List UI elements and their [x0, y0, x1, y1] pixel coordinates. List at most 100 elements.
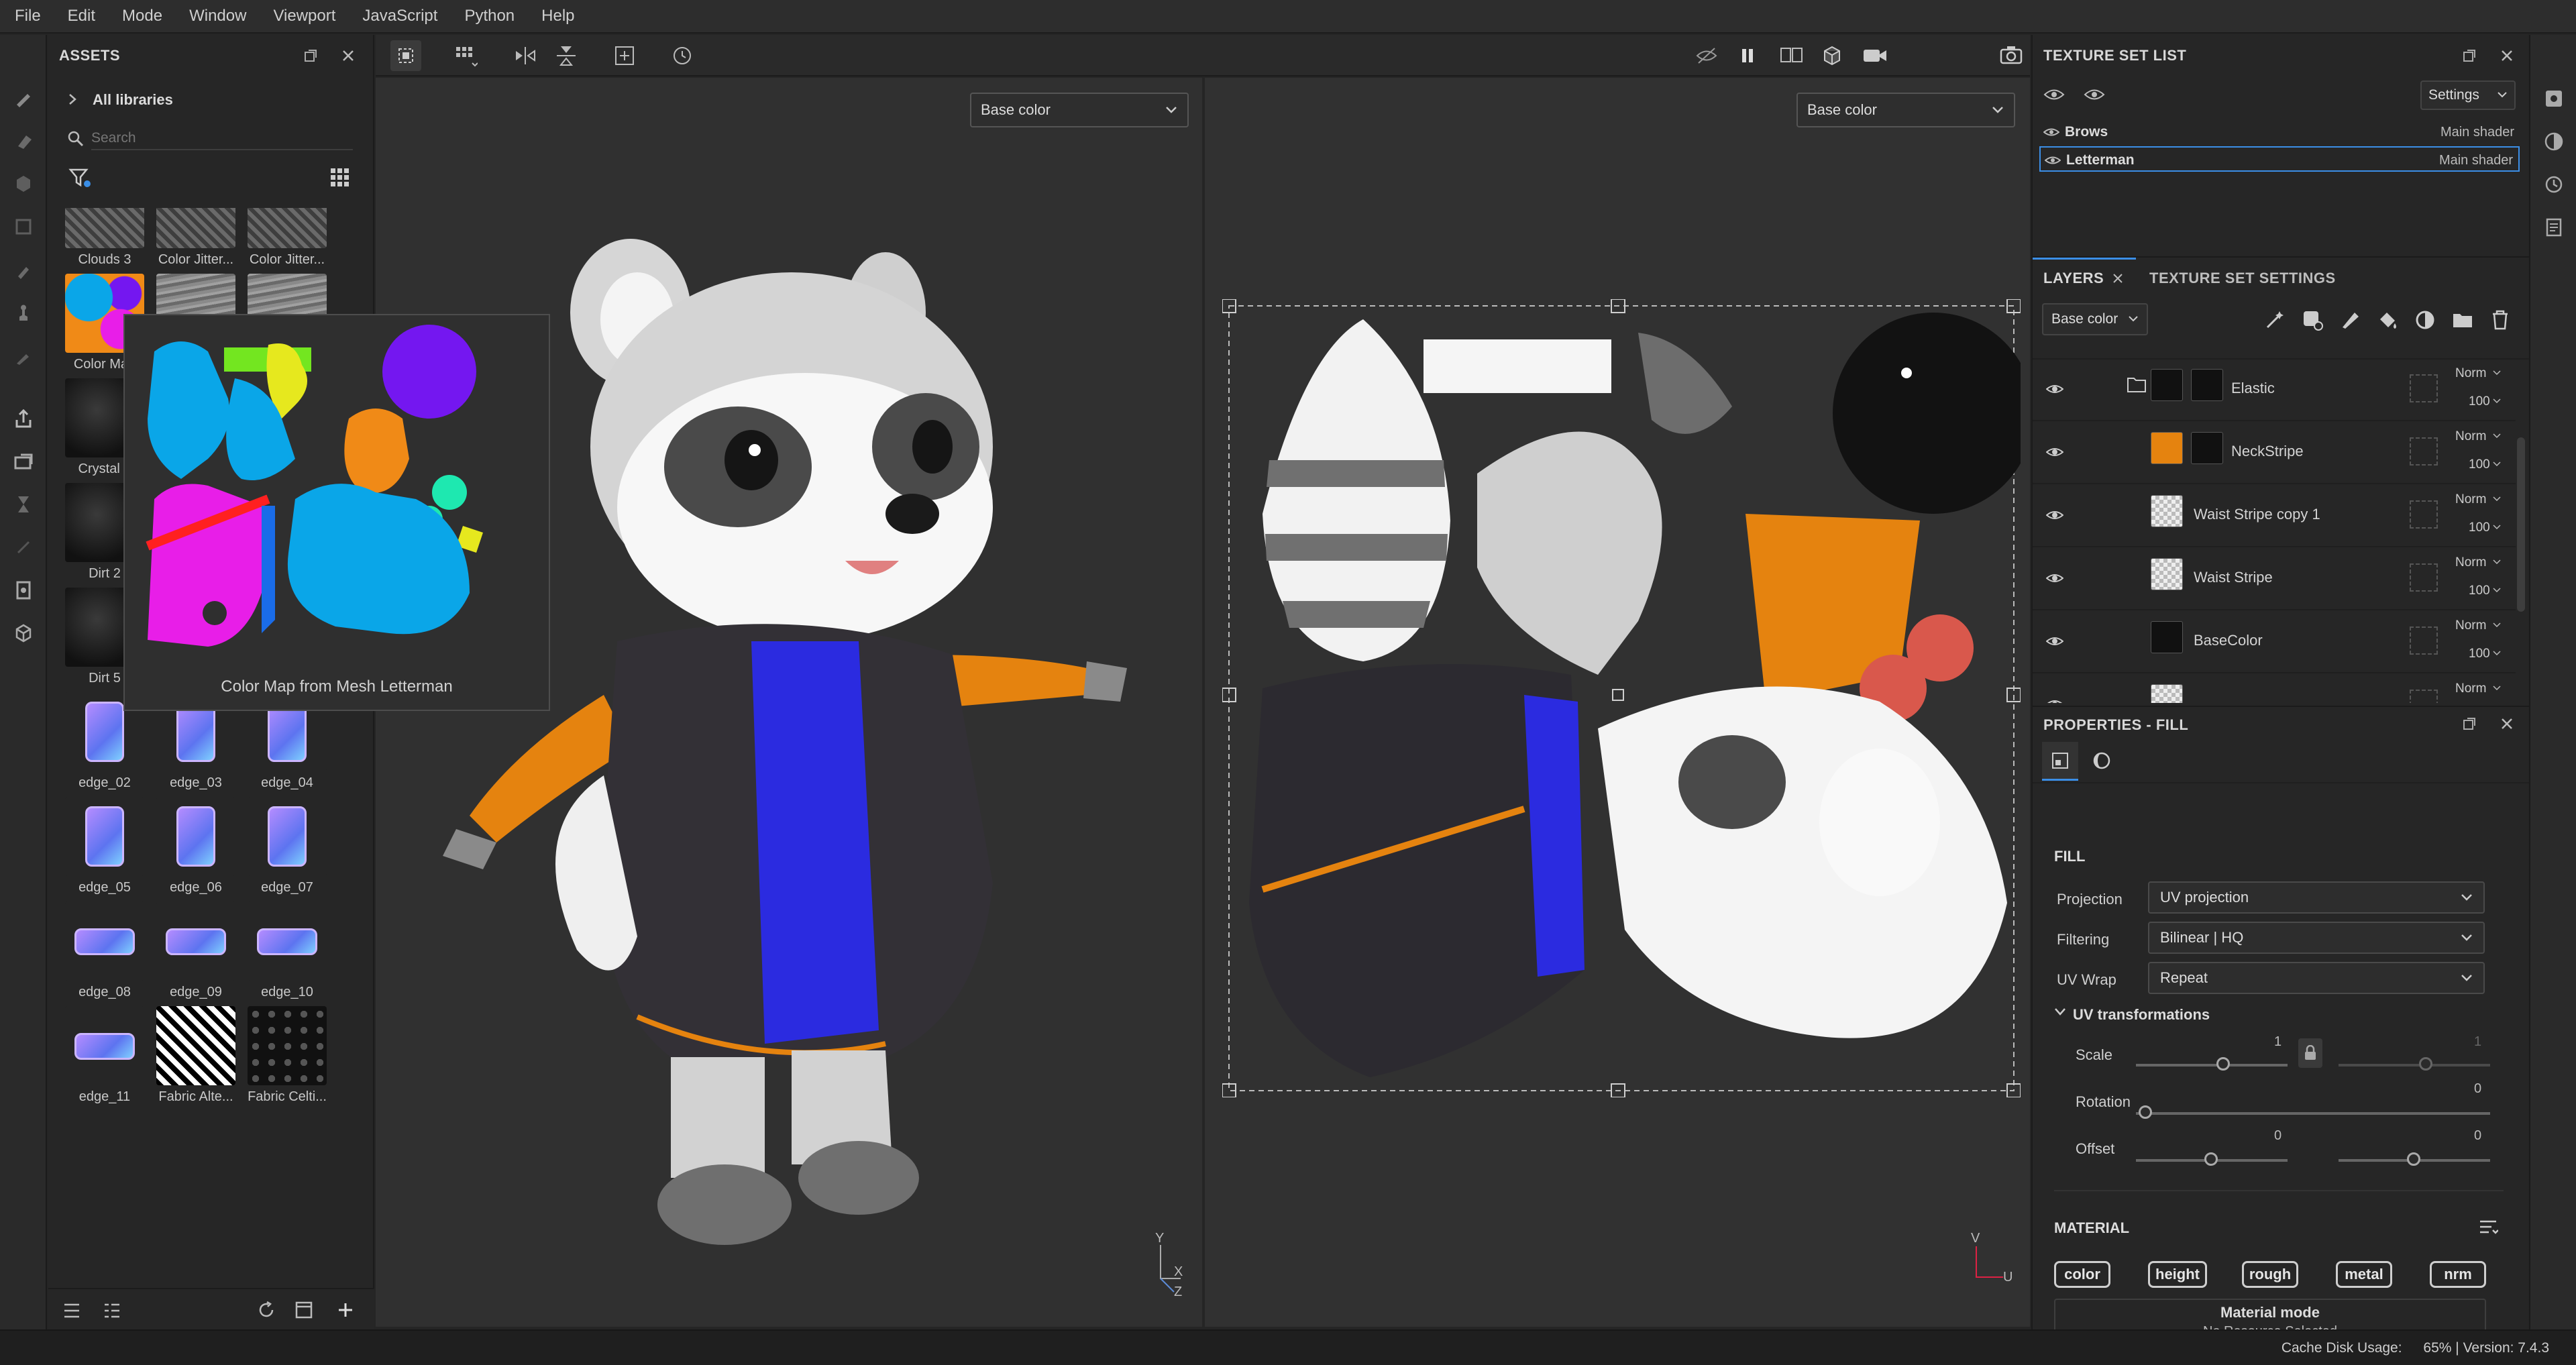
- color-picker-icon[interactable]: [13, 345, 34, 366]
- history-icon[interactable]: [2544, 174, 2564, 195]
- rotation-value[interactable]: 0: [2474, 1081, 2481, 1097]
- blend-mode[interactable]: Norm: [2455, 366, 2486, 381]
- layer-name[interactable]: BaseColor: [2194, 632, 2263, 649]
- menu-javascript[interactable]: JavaScript: [362, 7, 437, 25]
- hourglass-icon[interactable]: [13, 494, 34, 515]
- texture-set-shader[interactable]: Main shader: [2439, 153, 2513, 168]
- hide-icon[interactable]: [1696, 46, 1717, 66]
- layer-mask-slot[interactable]: [2410, 690, 2438, 703]
- layer-mask-slot[interactable]: [2410, 626, 2438, 655]
- chevron-down-icon[interactable]: [2493, 496, 2501, 502]
- rotation-slider-track[interactable]: [2136, 1112, 2490, 1115]
- list-view-icon[interactable]: [62, 1301, 82, 1320]
- filtering-select[interactable]: Bilinear | HQ: [2148, 922, 2485, 954]
- menu-edit[interactable]: Edit: [68, 7, 95, 25]
- texture-set-shader[interactable]: Main shader: [2440, 125, 2514, 140]
- layer-row[interactable]: Waist Stripe copy 1 Norm 100: [2033, 486, 2516, 547]
- texture-set-row[interactable]: Brows Main shader: [2039, 119, 2520, 145]
- tab-texture-set-settings[interactable]: TEXTURE SET SETTINGS: [2149, 270, 2336, 287]
- blend-mode[interactable]: Norm: [2455, 618, 2486, 633]
- screenshot-icon[interactable]: [1999, 44, 2023, 66]
- rotation-slider-knob[interactable]: [2139, 1105, 2152, 1119]
- layer-opacity[interactable]: 100: [2469, 647, 2490, 661]
- chevron-down-icon[interactable]: [2493, 588, 2501, 593]
- clone-tool-icon[interactable]: [13, 302, 34, 323]
- flip-horizontal-icon[interactable]: [514, 46, 537, 66]
- add-smart-material-icon[interactable]: [2414, 309, 2436, 331]
- pause-icon[interactable]: [1737, 46, 1758, 66]
- float-panel-icon[interactable]: [2462, 716, 2477, 731]
- layer-row[interactable]: NeckStripe Norm 100: [2033, 423, 2516, 484]
- close-icon[interactable]: [2500, 716, 2514, 731]
- fill-properties-tab[interactable]: [2042, 742, 2078, 781]
- layer-mask-slot[interactable]: [2410, 374, 2438, 402]
- asset-thumbnail[interactable]: [248, 1006, 327, 1085]
- selection-mode-button[interactable]: [390, 40, 421, 71]
- link-icon[interactable]: [13, 537, 34, 558]
- menu-file[interactable]: File: [15, 7, 41, 25]
- layer-visibility-icon[interactable]: [2046, 635, 2063, 648]
- blend-mode[interactable]: Norm: [2455, 555, 2486, 570]
- import-icon[interactable]: [294, 1300, 314, 1320]
- menu-python[interactable]: Python: [464, 7, 515, 25]
- material-channel-toggle[interactable]: metal: [2336, 1261, 2392, 1288]
- chevron-right-icon[interactable]: [67, 93, 78, 106]
- visibility-icon[interactable]: [2084, 86, 2105, 103]
- menu-mode[interactable]: Mode: [122, 7, 162, 25]
- viewport-2d-uv[interactable]: Base color V U: [1205, 78, 2030, 1327]
- refresh-icon[interactable]: [256, 1300, 276, 1320]
- flip-vertical-icon[interactable]: [555, 44, 577, 67]
- layer-visibility-icon[interactable]: [2046, 445, 2063, 459]
- layer-mask-slot[interactable]: [2410, 563, 2438, 592]
- search-input[interactable]: [91, 127, 353, 150]
- chevron-down-icon[interactable]: [2493, 433, 2501, 439]
- add-icon[interactable]: [335, 1300, 356, 1320]
- projection-select[interactable]: UV projection: [2148, 881, 2485, 914]
- offset-x-value[interactable]: 0: [2274, 1128, 2282, 1144]
- reset-view-icon[interactable]: [671, 44, 694, 67]
- settings-dropdown[interactable]: Settings: [2420, 80, 2516, 110]
- add-fill-layer-icon[interactable]: [2376, 309, 2399, 331]
- add-paint-layer-icon[interactable]: [2339, 309, 2361, 331]
- visibility-icon[interactable]: [2045, 154, 2061, 166]
- asset-thumbnail[interactable]: [156, 797, 235, 876]
- uv-transformations-header[interactable]: UV transformations: [2073, 1006, 2210, 1024]
- material-channel-toggle[interactable]: nrm: [2430, 1261, 2486, 1288]
- offset-y-slider-knob[interactable]: [2407, 1152, 2420, 1166]
- close-icon[interactable]: [341, 48, 356, 63]
- material-menu-icon[interactable]: [2478, 1218, 2498, 1236]
- brush-tool-icon[interactable]: [13, 87, 34, 109]
- asset-thumbnail[interactable]: [65, 1006, 144, 1085]
- layer-opacity[interactable]: 100: [2469, 521, 2490, 535]
- chevron-down-icon[interactable]: [2493, 651, 2501, 656]
- layer-visibility-icon[interactable]: [2046, 508, 2063, 522]
- chevron-down-icon[interactable]: [2054, 1007, 2066, 1017]
- asset-thumbnail[interactable]: [65, 208, 144, 248]
- blend-mode[interactable]: Norm: [2455, 492, 2486, 507]
- layer-row[interactable]: Elastic Norm 100: [2033, 360, 2516, 421]
- log-icon[interactable]: [2544, 217, 2564, 237]
- shader-settings-icon[interactable]: [2544, 131, 2564, 152]
- filter-icon[interactable]: [68, 166, 91, 189]
- detail-view-icon[interactable]: [102, 1301, 122, 1320]
- add-mask-icon[interactable]: [2301, 309, 2324, 331]
- tab-layers-label[interactable]: LAYERS: [2043, 270, 2104, 287]
- smudge-tool-icon[interactable]: [13, 259, 34, 280]
- float-panel-icon[interactable]: [2462, 48, 2477, 63]
- layer-channel-select[interactable]: Base color: [2042, 303, 2148, 335]
- asset-thumbnail[interactable]: [156, 208, 235, 248]
- grid-select-icon[interactable]: [455, 46, 478, 67]
- layer-mask-slot[interactable]: [2410, 437, 2438, 466]
- split-view-icon[interactable]: [1779, 44, 1805, 67]
- chevron-down-icon[interactable]: [2493, 525, 2501, 530]
- material-properties-tab[interactable]: [2084, 742, 2120, 781]
- asset-thumbnail[interactable]: [248, 208, 327, 248]
- layer-name[interactable]: Waist Stripe copy 1: [2194, 506, 2320, 523]
- material-channel-toggle[interactable]: rough: [2242, 1261, 2298, 1288]
- viewport-channel-select[interactable]: Base color: [970, 93, 1189, 127]
- blend-mode[interactable]: Norm: [2455, 429, 2486, 444]
- scale-slider-track[interactable]: [2136, 1064, 2288, 1067]
- chevron-down-icon[interactable]: [2493, 686, 2501, 691]
- 3d-view-icon[interactable]: [1821, 44, 1846, 67]
- uvwrap-select[interactable]: Repeat: [2148, 962, 2485, 994]
